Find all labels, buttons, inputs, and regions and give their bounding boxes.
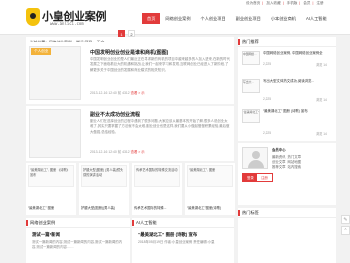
- post-card: 个人创业 中国发明创业创业是谁和商机(图图) 中国发明创业创业的是人们最近正在寻…: [26, 42, 234, 104]
- grid-image: “最美湖北工”, 图册: [187, 165, 233, 187]
- post-title[interactable]: 中国发明创业创业是谁和商机(图图): [90, 49, 168, 56]
- top-link-home[interactable]: 设为首页: [246, 1, 260, 5]
- grid-caption[interactable]: 护腿大型(图册)(男人装): [81, 205, 127, 210]
- user-link[interactable]: 推荐文章: [272, 165, 286, 169]
- post-views: 12:40 前 4312: [108, 150, 130, 154]
- top-link-member[interactable]: 会员: [303, 1, 310, 5]
- logo-url: www.anlici.com: [50, 21, 84, 26]
- grid-image: 护腿大型(图册) (男人装)镜头感的演讲活动: [81, 165, 127, 187]
- hot-views: 2,225: [263, 62, 271, 66]
- nav-online-cases[interactable]: 网络创业案例: [160, 13, 195, 24]
- hot-title[interactable]: 写出大型文体热文成功,阅读浏览...: [263, 79, 333, 84]
- post-card: 副业不太成功创业流程 副业人们在选择创业的过程中遇到了很多问题,大家应该从最基本…: [26, 106, 234, 161]
- grid-item[interactable]: 护腿大型(图册) (男人装)镜头感的演讲活动 护腿大型(图册)(男人装): [79, 163, 129, 215]
- hot-count: 浏览 14: [316, 98, 327, 102]
- avatar: [242, 147, 268, 169]
- share-icon[interactable]: ✎: [341, 215, 350, 224]
- panel-post-title[interactable]: 测试一篇*新闻: [32, 232, 60, 238]
- sidebar-hot: 热门推荐 中国网络... 中国网络创业案例, 中国网络创业案例全 2,225 浏…: [238, 37, 336, 141]
- user-link[interactable]: 热门文章: [287, 155, 301, 159]
- bottom-panel-mid: AI人工智能 “最美湖北工” 图册 (诗歌) 宣布 2018年05月19日 作者…: [132, 218, 234, 263]
- panel-heading: AI人工智能: [132, 218, 234, 228]
- nav-sideline[interactable]: 副业创业项目: [231, 13, 266, 24]
- page-2[interactable]: 2: [128, 30, 135, 37]
- read-more-link[interactable]: 查看 > 示: [131, 150, 145, 154]
- main-nav: 首页 网络创业案例 个人创业项目 副业创业项目 小本创业商机 AI人工智能: [142, 13, 332, 24]
- site-logo[interactable]: 小皇创业案例 www.anlici.com: [26, 8, 121, 32]
- hot-views: 2,225: [263, 131, 271, 135]
- grid-item[interactable]: “最美湖北工”, 图册 《诗歌》宣布 “最美湖北工” 图册: [26, 163, 76, 215]
- grid-caption[interactable]: 传承艺术国际的特殊...: [134, 205, 180, 210]
- post-title[interactable]: 副业不太成功创业流程: [90, 111, 140, 118]
- panel-post-title[interactable]: “最美湖北工” 图册 (诗歌) 宣布: [138, 232, 197, 238]
- grid-caption[interactable]: “最美湖北工”图册(诗歌): [187, 205, 233, 210]
- top-links: 设为首页 | 加入收藏 | 手机版 | 会员 | 注册: [246, 1, 324, 5]
- user-center-title[interactable]: 会员中心: [272, 148, 286, 153]
- register-button[interactable]: 注册: [256, 173, 273, 182]
- grid-image: “最美湖北工”, 图册 《诗歌》宣布: [28, 165, 74, 187]
- post-meta: 2013-12-16 12:40 前 4312 查看 > 示: [90, 90, 145, 95]
- top-link-fav[interactable]: 加入收藏: [266, 1, 280, 5]
- bottom-panel-left: 网络创业案例 测试一篇*新闻 测试一篇新闻的内容,测试一篇新闻的内容,测试一篇新…: [26, 218, 130, 263]
- post-excerpt: 副业人们在选择创业的过程中遇到了很多问题,大家应该从最基本的开始了解,很多人说创…: [90, 119, 230, 134]
- sidebar-tags: 热门标签: [238, 208, 336, 263]
- user-links: 最新资讯 热门文章 创业文章 网站地图 推荐文章 站内搜索: [272, 155, 334, 170]
- sidebar-heading: 热门推荐: [238, 37, 336, 47]
- nav-small-business[interactable]: 小本创业商机: [266, 13, 301, 24]
- post-views: 12:40 前 4312: [108, 91, 130, 95]
- post-thumbnail[interactable]: [29, 109, 81, 158]
- post-date: 2013-12-16: [90, 150, 108, 154]
- user-link[interactable]: 创业文章: [272, 160, 286, 164]
- hot-views: 2,225: [263, 97, 271, 101]
- hot-thumbnail[interactable]: 写出大...: [242, 79, 260, 93]
- post-excerpt: 中国发明创业创业的是人们最近正在寻求新的商机的项目中越来越多的人加入进来,在新的…: [90, 57, 230, 72]
- grid-item[interactable]: “最美湖北工”, 图册 “最美湖北工”图册(诗歌): [185, 163, 235, 215]
- nav-home[interactable]: 首页: [142, 13, 161, 24]
- user-link[interactable]: 网站地图: [287, 160, 301, 164]
- top-link-mobile[interactable]: 手机版: [287, 1, 298, 5]
- nav-personal[interactable]: 个人创业项目: [196, 13, 231, 24]
- panel-post-excerpt: 2018年05月19日 作者:小皇创业案例 责任编辑:小皇: [138, 240, 215, 244]
- grid-item[interactable]: 传承艺术国际的特殊交流活动 传承艺术国际的特殊...: [132, 163, 182, 215]
- nav-ai[interactable]: AI人工智能: [301, 13, 332, 24]
- hot-count: 浏览 14: [316, 63, 327, 67]
- post-tag[interactable]: 个人创业: [31, 48, 52, 55]
- panel-heading: 网络创业案例: [26, 218, 130, 228]
- top-link-register[interactable]: 注册: [316, 1, 323, 5]
- hot-thumbnail[interactable]: 中国网络...: [242, 51, 260, 65]
- hot-count: 浏览 14: [316, 132, 327, 136]
- grid-image: 传承艺术国际的特殊交流活动: [134, 165, 180, 187]
- hot-title[interactable]: 中国网络创业案例, 中国网络创业案例全: [263, 51, 333, 56]
- hot-title[interactable]: “最美湖北工” 图册 (诗歌) 宣布: [263, 109, 333, 114]
- post-meta: 2013-12-16 12:40 前 4312 查看 > 示: [90, 149, 145, 154]
- sidebar-heading: 热门标签: [238, 208, 336, 218]
- site-header: 小皇创业案例 www.anlici.com 设为首页 | 加入收藏 | 手机版 | 会…: [0, 0, 350, 35]
- back-to-top-icon[interactable]: ⌃: [341, 226, 350, 235]
- logo-icon: [26, 8, 40, 26]
- page-1[interactable]: 1: [118, 30, 125, 37]
- read-more-link[interactable]: 查看 > 示: [131, 91, 145, 95]
- grid-caption[interactable]: “最美湖北工” 图册: [28, 205, 74, 210]
- pager: 1 2: [118, 30, 135, 37]
- post-date: 2013-12-16: [90, 91, 108, 95]
- hot-thumbnail[interactable]: “最美湖北工”: [242, 109, 260, 123]
- user-link[interactable]: 站内搜索: [287, 165, 301, 169]
- user-link[interactable]: 最新资讯: [272, 155, 286, 159]
- sidebar-user: 登录 注册 会员中心 最新资讯 热门文章 创业文章 网站地图 推荐文章 站内搜索: [238, 143, 336, 205]
- panel-post-excerpt: 测试一篇新闻的内容,测试一篇新闻的内容,测试一篇新闻的内容,测试一篇新闻的内容……: [32, 240, 123, 250]
